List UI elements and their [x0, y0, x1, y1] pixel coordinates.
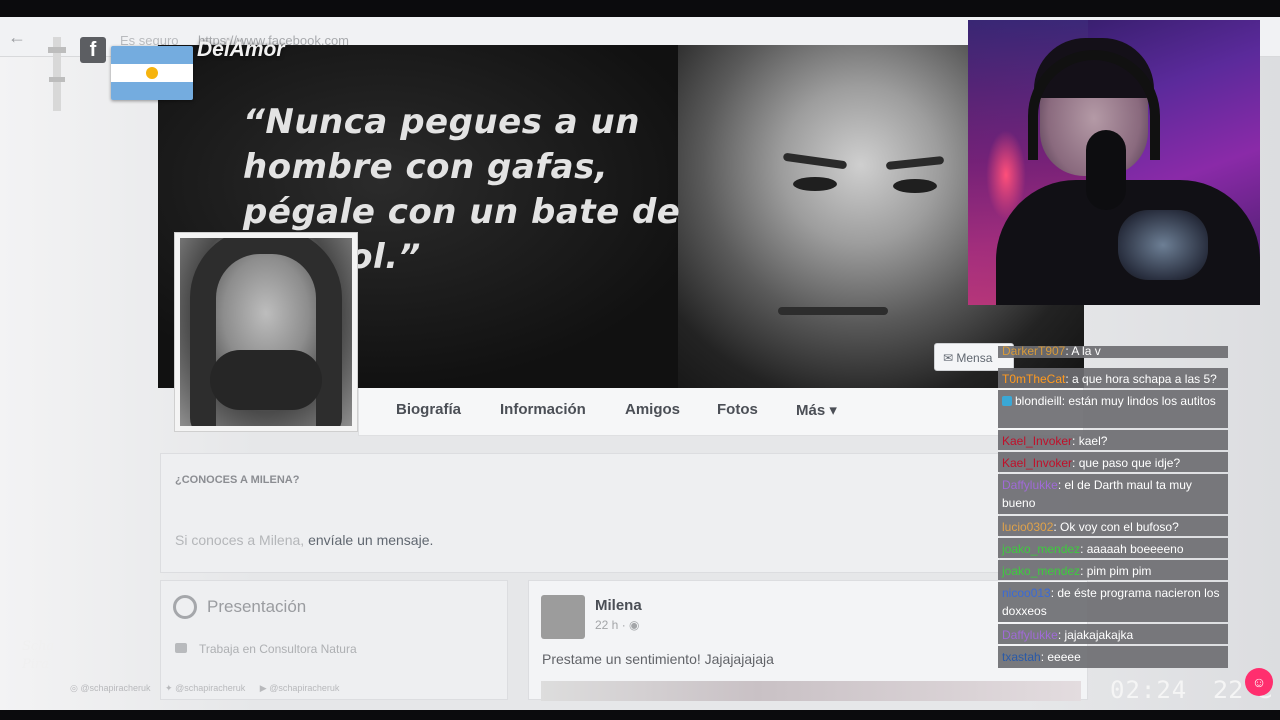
- know-card-prefix: Si conoces a Milena,: [175, 532, 305, 548]
- tab-biografia[interactable]: Biografía: [396, 401, 461, 418]
- youtube-icon: ▶: [259, 683, 270, 693]
- chat-text: : kael?: [1072, 434, 1108, 448]
- twitter-handle: ✦ @schapiracheruk: [165, 683, 245, 693]
- letterbox-bottom: [0, 710, 1280, 720]
- send-message-link[interactable]: envíale un mensaje.: [308, 532, 433, 548]
- tab-mas[interactable]: Más ▾: [796, 401, 837, 419]
- fighter-logo-icon: [48, 37, 66, 111]
- chat-text: : jajakajakajka: [1057, 628, 1134, 642]
- instagram-icon: ◎: [70, 683, 81, 693]
- flag-stripe-blue: [111, 82, 193, 100]
- chat-username: Daffylukke: [1002, 628, 1058, 642]
- shirt-print: [1118, 210, 1208, 280]
- face-mouth: [778, 307, 888, 315]
- face-eye: [793, 177, 837, 191]
- chat-text: : pim pim pim: [1080, 564, 1152, 578]
- instagram-handle: ◎ @schapiracheruk: [70, 683, 151, 693]
- chat-message: joako_mendez: aaaaah boeeeeno: [998, 538, 1228, 558]
- chat-username: blondieill: [1015, 394, 1062, 408]
- post-image[interactable]: [541, 681, 1081, 701]
- profile-photo[interactable]: [174, 232, 358, 432]
- chat-message: T0mTheCat: a que hora schapa a las 5?: [998, 368, 1228, 388]
- chat-username: Kael_Invoker: [1002, 456, 1073, 470]
- chat-message: Kael_Invoker: kael?: [998, 430, 1228, 450]
- subscriber-badge-icon: [1002, 396, 1012, 406]
- chat-username: T0mTheCat: [1002, 372, 1066, 386]
- post-author[interactable]: Milena: [595, 597, 642, 614]
- chat-message: nicoo013: de éste programa nacieron los …: [998, 582, 1228, 622]
- argentina-flag-icon: [111, 46, 193, 100]
- social-links: ◎ @schapiracheruk ✦ @schapiracheruk ▶ @s…: [70, 683, 351, 694]
- chat-message: Kael_Invoker: que paso que idje?: [998, 452, 1228, 472]
- social-handle: @schapiracheruk: [80, 683, 151, 693]
- chat-overlay: DarkerT907: A la v T0mTheCat: a que hora…: [998, 346, 1228, 668]
- flag-stripe-blue: [111, 46, 193, 64]
- chat-username: nicoo013: [1002, 586, 1051, 600]
- presentation-title: Presentación: [207, 597, 307, 616]
- message-button-label: Mensa: [956, 351, 993, 365]
- chat-message: DarkerT907: A la v: [998, 346, 1228, 358]
- chat-message: blondieill: están muy lindos los autitos: [998, 390, 1228, 428]
- social-handle: @schapiracheruk: [175, 683, 246, 693]
- presentation-card: Presentación Trabaja en Consultora Natur…: [160, 580, 508, 700]
- chat-username: txastah: [1002, 650, 1041, 664]
- chat-username: joako_mendez: [1002, 542, 1081, 556]
- tab-informacion[interactable]: Información: [500, 401, 586, 418]
- chat-message: Daffylukke: jajakajakajka: [998, 624, 1228, 644]
- tab-fotos[interactable]: Fotos: [717, 401, 758, 418]
- chat-text: : A la v: [1065, 346, 1101, 358]
- emote-icon: ☺: [1245, 668, 1273, 696]
- message-icon: ✉: [943, 351, 957, 365]
- twitter-icon: ✦: [165, 683, 176, 693]
- post-text: Prestame un sentimiento! Jajajajajaja: [542, 651, 774, 667]
- chat-text: : aaaaah boeeeeno: [1080, 542, 1184, 556]
- chat-username: Daffylukke: [1002, 478, 1058, 492]
- chat-username: joako_mendez: [1002, 564, 1081, 578]
- signature-logo: Scha Pira: [22, 639, 55, 672]
- presentation-work: Trabaja en Consultora Natura: [199, 642, 357, 656]
- profile-photo-image: [180, 238, 352, 426]
- face-eye: [893, 179, 937, 193]
- tab-amigos[interactable]: Amigos: [625, 401, 680, 418]
- chat-text: : a que hora schapa a las 5?: [1065, 372, 1217, 386]
- know-card: ¿CONOCES A MILENA? Si conoces a Milena, …: [160, 453, 1000, 573]
- chat-message: txastah: eeeee: [998, 646, 1228, 668]
- briefcase-icon: [175, 643, 187, 653]
- chat-username: DarkerT907: [1002, 346, 1066, 358]
- chat-text: : eeeee: [1040, 650, 1081, 664]
- chat-text: : están muy lindos los autitos: [1061, 394, 1216, 408]
- know-card-text: Si conoces a Milena, envíale un mensaje.: [175, 532, 433, 548]
- globe-icon: [173, 595, 197, 619]
- facebook-icon: f: [80, 37, 106, 63]
- flag-stripe-white: [111, 64, 193, 82]
- know-card-title: ¿CONOCES A MILENA?: [175, 474, 300, 486]
- channel-name: DelAmor: [197, 38, 285, 61]
- chat-message: lucio0302: Ok voy con el bufoso?: [998, 516, 1228, 536]
- sun-icon: [146, 67, 158, 79]
- chat-username: Kael_Invoker: [1002, 434, 1073, 448]
- back-arrow-icon[interactable]: ←: [8, 27, 26, 48]
- chat-text: : Ok voy con el bufoso?: [1053, 520, 1179, 534]
- profile-nav: Biografía Información Amigos Fotos Más ▾: [358, 388, 1084, 436]
- profile-scarf: [210, 350, 322, 410]
- chat-message: Daffylukke: el de Darth maul ta muy buen…: [998, 474, 1228, 514]
- post-time[interactable]: 22 h · ◉: [595, 618, 640, 632]
- chat-text: : que paso que idje?: [1072, 456, 1181, 470]
- webcam-feed: [968, 20, 1260, 305]
- post-avatar[interactable]: [541, 595, 585, 639]
- social-handle: @schapiracheruk: [269, 683, 340, 693]
- chat-username: lucio0302: [1002, 520, 1054, 534]
- stream-clock: 02:24: [1110, 676, 1188, 704]
- letterbox-top: [0, 0, 1280, 17]
- microphone-icon: [1086, 130, 1126, 210]
- youtube-handle: ▶ @schapiracheruk: [260, 683, 340, 693]
- chat-message: joako_mendez: pim pim pim: [998, 560, 1228, 580]
